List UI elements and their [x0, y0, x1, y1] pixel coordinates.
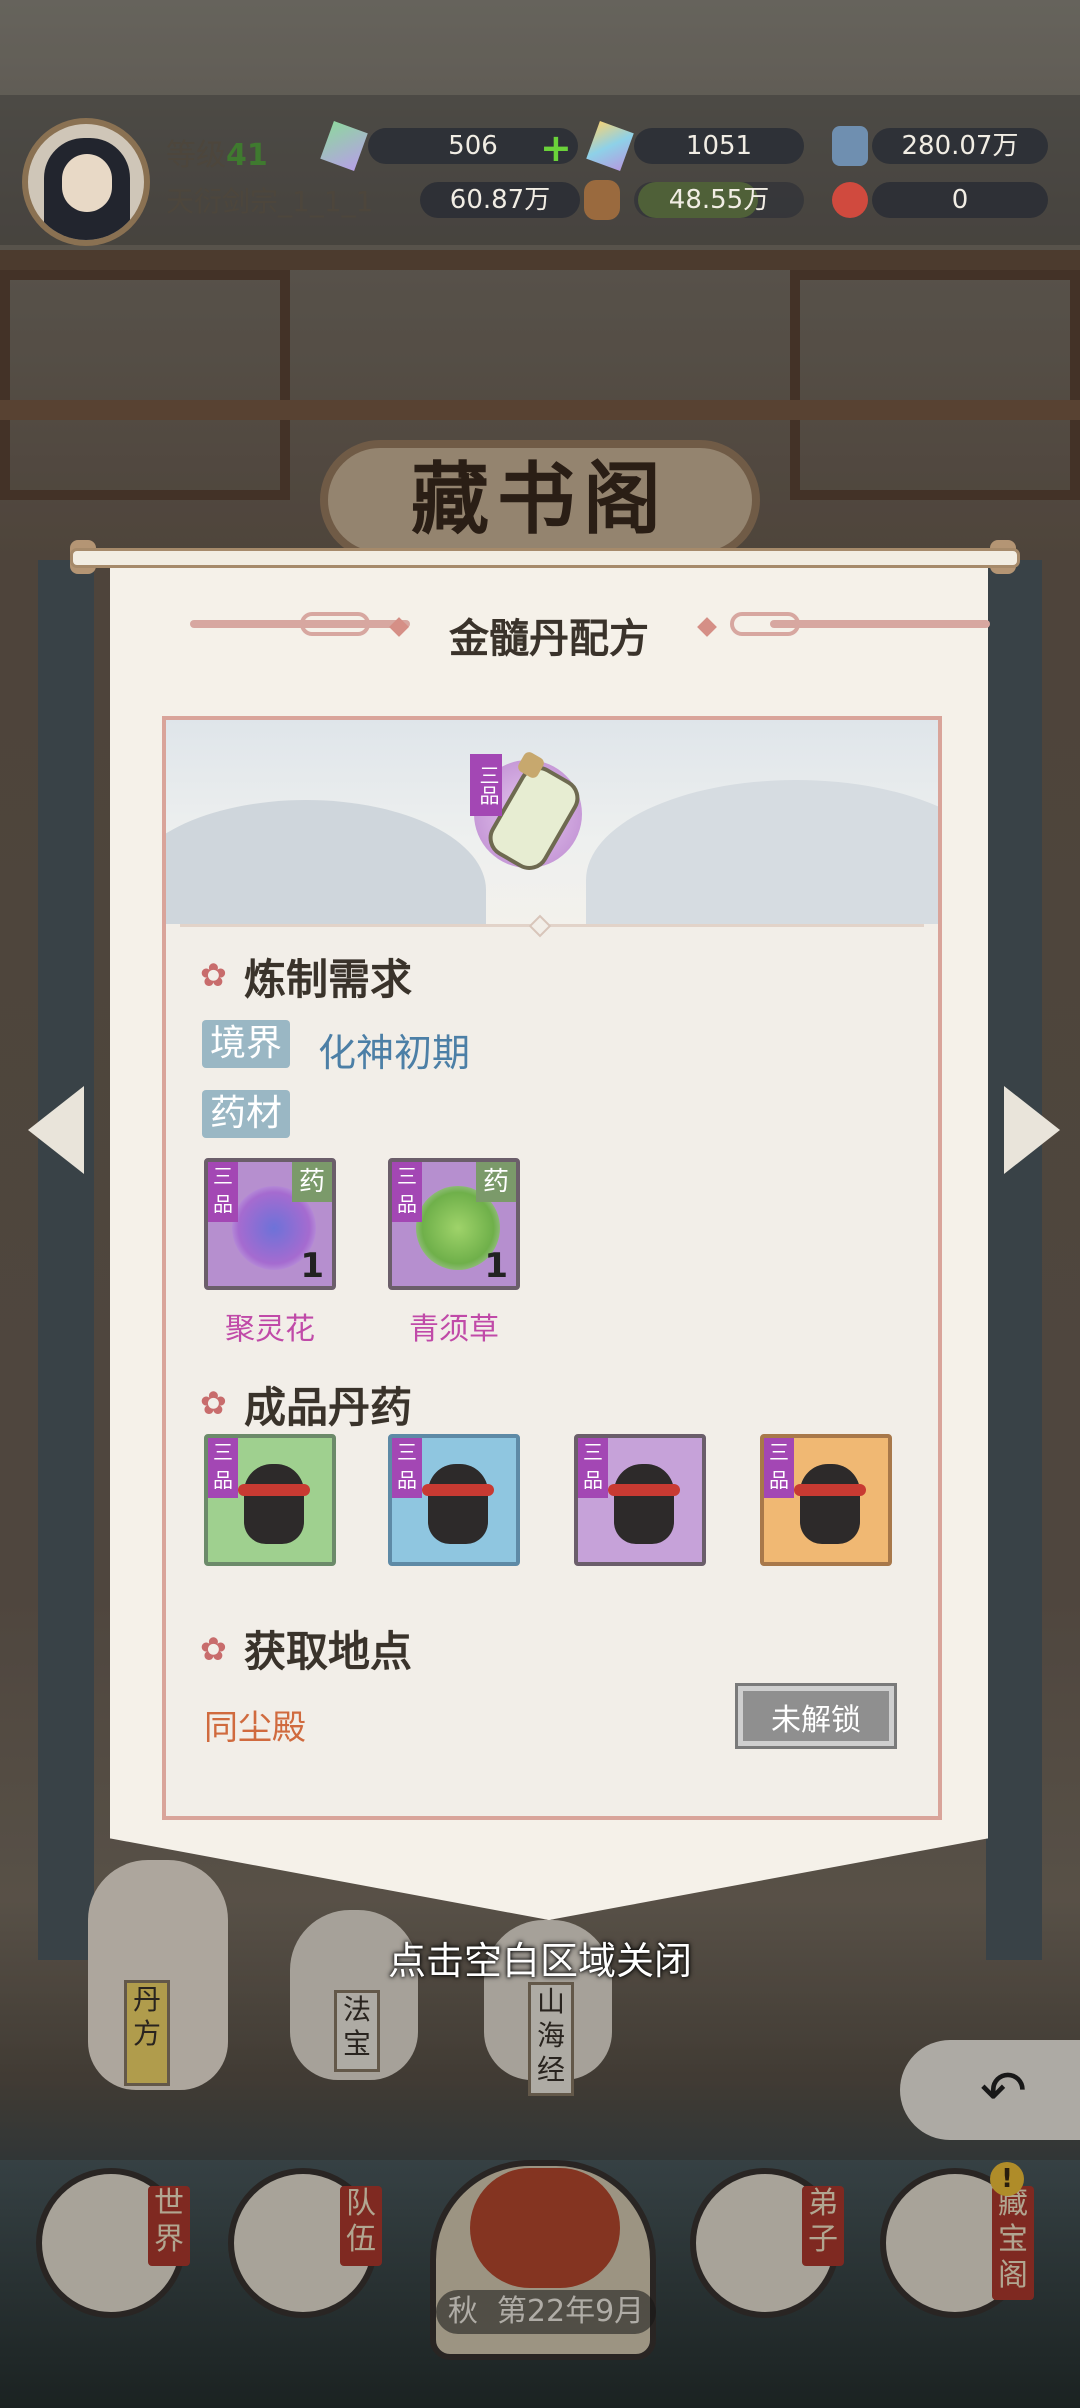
item-grade-badge: 三品	[764, 1438, 794, 1498]
gold-amount: 60.87万	[420, 182, 580, 218]
material-name: 聚灵花	[225, 1312, 315, 1347]
flower-bullet-icon: ✿	[200, 1630, 227, 1668]
flower-amount: 0	[872, 182, 1048, 218]
flower-icon	[832, 182, 868, 218]
pill-grade-badge: 三品	[470, 754, 502, 816]
gourd-ribbon	[794, 1484, 866, 1496]
pill-gourd-icon	[244, 1464, 304, 1544]
products-title: 成品丹药	[244, 1383, 413, 1432]
product-item[interactable]: 三品	[204, 1434, 336, 1566]
realm-tag: 境界	[202, 1020, 291, 1068]
requirements-title: 炼制需求	[244, 955, 413, 1004]
material-item[interactable]: 三品 药 1	[388, 1158, 520, 1290]
item-kind-badge: 药	[292, 1162, 332, 1202]
item-grade-badge: 三品	[208, 1438, 238, 1498]
product-item[interactable]: 三品	[574, 1434, 706, 1566]
locked-button[interactable]: 未解锁	[738, 1686, 894, 1746]
materials-tag: 药材	[202, 1090, 291, 1138]
flower-bullet-icon: ✿	[200, 1384, 227, 1422]
item-grade-badge: 三品	[392, 1162, 422, 1222]
close-hint: 点击空白区域关闭	[387, 1939, 692, 1983]
item-grade-badge: 三品	[208, 1162, 238, 1222]
item-grade-badge: 三品	[578, 1438, 608, 1498]
crystal-amount: 1051	[634, 128, 804, 164]
player-name: 天衍剑宗_1_1_1	[166, 185, 374, 218]
banner-divider	[180, 924, 924, 927]
source-location: 同尘殿	[204, 1708, 306, 1748]
mountain-left	[166, 800, 486, 924]
scroll-rod	[70, 548, 1020, 568]
meat-icon	[584, 180, 620, 220]
gourd-ribbon	[238, 1484, 310, 1496]
recipe-title: 金髓丹配方	[449, 616, 649, 662]
recipe-pill-icon[interactable]: 三品	[470, 749, 590, 880]
ore-icon	[832, 126, 868, 166]
pill-gourd-icon	[800, 1464, 860, 1544]
realm-value: 化神初期	[318, 1031, 471, 1075]
level-value: 41	[226, 138, 268, 173]
source-title: 获取地点	[244, 1627, 413, 1676]
pill-gourd-icon	[614, 1464, 674, 1544]
gourd-ribbon	[608, 1484, 680, 1496]
player-level: 等级41	[166, 130, 268, 174]
product-item[interactable]: 三品	[760, 1434, 892, 1566]
item-grade-badge: 三品	[392, 1438, 422, 1498]
meat-amount: 48.55万	[634, 182, 804, 218]
pill-gourd-icon	[428, 1464, 488, 1544]
add-spirit-stone-button[interactable]: +	[540, 128, 572, 168]
prev-arrow-icon[interactable]	[28, 1086, 84, 1174]
next-arrow-icon[interactable]	[1004, 1086, 1060, 1174]
item-quantity: 1	[484, 1246, 508, 1286]
mountain-right	[586, 780, 938, 924]
material-name: 青须草	[409, 1312, 499, 1347]
avatar-face	[62, 154, 112, 212]
flower-bullet-icon: ✿	[200, 956, 227, 994]
item-kind-badge: 药	[476, 1162, 516, 1202]
player-avatar[interactable]	[22, 118, 150, 246]
material-item[interactable]: 三品 药 1	[204, 1158, 336, 1290]
gourd-ribbon	[422, 1484, 494, 1496]
item-quantity: 1	[300, 1246, 324, 1286]
title-ornament-right	[770, 620, 990, 628]
level-label: 等级	[166, 138, 226, 173]
top-hud	[0, 95, 1080, 245]
product-item[interactable]: 三品	[388, 1434, 520, 1566]
ore-amount: 280.07万	[872, 128, 1048, 164]
